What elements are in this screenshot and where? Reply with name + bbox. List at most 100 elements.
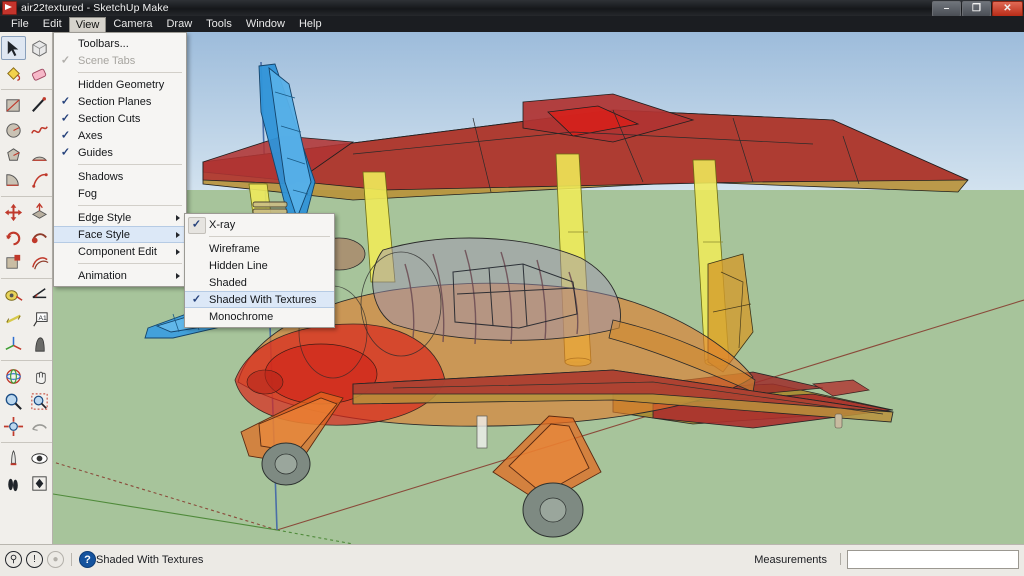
axes-tool[interactable]	[1, 332, 26, 356]
menu-item-hidden-line[interactable]: Hidden Line	[185, 257, 334, 274]
menu-view[interactable]: View	[68, 16, 107, 32]
zoom-extents-tool[interactable]	[1, 414, 26, 438]
menu-item-shadows[interactable]: Shadows	[54, 168, 186, 185]
two-point-arc-tool[interactable]	[1, 168, 26, 192]
menu-separator	[78, 205, 182, 206]
face-style-submenu[interactable]: ✓ X-ray Wireframe Hidden Line Shaded ✓ Shaded …	[184, 213, 335, 328]
menu-item-label: Toolbars...	[78, 37, 129, 50]
sketchup-window: air22textured - SketchUp Make – ❐ ✕ File…	[0, 0, 1024, 576]
make-component-tool[interactable]	[27, 36, 52, 60]
zoom-tool[interactable]	[1, 389, 26, 413]
menu-separator	[78, 263, 182, 264]
rotate-tool[interactable]	[1, 225, 26, 249]
menu-help[interactable]: Help	[292, 16, 329, 32]
move-tool[interactable]	[1, 200, 26, 224]
minimize-icon: –	[943, 3, 950, 14]
menu-item-label: Scene Tabs	[78, 54, 136, 67]
menu-file[interactable]: File	[4, 16, 36, 32]
scale-tool[interactable]	[1, 250, 26, 274]
status-bar: ⚲! ●? Shaded With Textures Measurements	[0, 544, 1024, 576]
follow-me-tool[interactable]	[27, 225, 52, 249]
menu-item-x-ray[interactable]: ✓ X-ray	[185, 216, 334, 234]
minimize-button[interactable]: –	[932, 1, 961, 17]
menu-item-animation[interactable]: Animation	[54, 267, 186, 284]
status-text: Shaded With Textures	[96, 554, 204, 566]
menu-tools[interactable]: Tools	[199, 16, 239, 32]
menu-item-label: Hidden Line	[209, 259, 268, 272]
menu-item-fog[interactable]: Fog	[54, 185, 186, 202]
orbit-tool[interactable]	[1, 364, 26, 388]
checkmark-icon: ✓	[60, 112, 71, 124]
menu-separator	[78, 72, 182, 73]
line-tool[interactable]	[27, 93, 52, 117]
info-icon[interactable]: !	[26, 551, 43, 568]
window-title: air22textured - SketchUp Make	[21, 2, 169, 14]
checkmark-icon: ✓	[60, 129, 71, 141]
walk-tool[interactable]	[1, 471, 26, 495]
menu-item-label: Face Style	[78, 228, 130, 241]
protractor-tool[interactable]	[27, 282, 52, 306]
menu-camera[interactable]: Camera	[106, 16, 159, 32]
menu-separator	[78, 164, 182, 165]
menu-item-shaded[interactable]: Shaded	[185, 274, 334, 291]
zoom-window-tool[interactable]	[27, 389, 52, 413]
menu-item-label: Component Edit	[78, 245, 157, 258]
menu-item-hidden-geometry[interactable]: Hidden Geometry	[54, 76, 186, 93]
menu-item-toolbars[interactable]: Toolbars...	[54, 35, 186, 52]
menu-item-guides[interactable]: ✓ Guides	[54, 144, 186, 161]
toolbar-separator	[1, 196, 52, 197]
menu-item-wireframe[interactable]: Wireframe	[185, 240, 334, 257]
menu-item-face-style[interactable]: Face Style	[54, 226, 186, 243]
help-icon[interactable]: ?	[79, 551, 96, 568]
checkmark-icon: ✓	[60, 146, 71, 158]
arc-tool[interactable]	[27, 143, 52, 167]
menu-item-component-edit[interactable]: Component Edit	[54, 243, 186, 260]
previous-view-tool[interactable]	[27, 414, 52, 438]
push-pull-tool[interactable]	[27, 200, 52, 224]
toolbar-separator	[1, 89, 52, 90]
window-controls: – ❐ ✕	[932, 1, 1023, 17]
look-around-tool[interactable]	[27, 446, 52, 470]
menu-bar: File Edit View Camera Draw Tools Window Help	[0, 16, 1024, 32]
position-camera-tool[interactable]	[1, 446, 26, 470]
menu-item-edge-style[interactable]: Edge Style	[54, 209, 186, 226]
text-tool[interactable]: A1	[27, 307, 52, 331]
close-button[interactable]: ✕	[992, 1, 1023, 17]
rectangle-tool[interactable]	[1, 93, 26, 117]
tape-measure-tool[interactable]	[1, 282, 26, 306]
circle-tool[interactable]	[1, 118, 26, 142]
eraser-tool[interactable]	[27, 61, 52, 85]
three-d-text-tool[interactable]	[27, 332, 52, 356]
menu-separator	[209, 236, 330, 237]
menu-item-label: Guides	[78, 146, 113, 159]
maximize-button[interactable]: ❐	[962, 1, 991, 17]
select-tool[interactable]	[1, 36, 26, 60]
section-plane-tool[interactable]	[27, 471, 52, 495]
user-account-icon: ●	[47, 551, 64, 568]
checkmark-icon: ✓	[60, 95, 71, 107]
pie-tool[interactable]	[27, 168, 52, 192]
menu-item-section-planes[interactable]: ✓ Section Planes	[54, 93, 186, 110]
pan-tool[interactable]	[27, 364, 52, 388]
menu-draw[interactable]: Draw	[159, 16, 199, 32]
freehand-tool[interactable]	[27, 118, 52, 142]
menu-item-label: Edge Style	[78, 211, 132, 224]
view-menu-dropdown[interactable]: Toolbars... ✓ Scene Tabs Hidden Geometry ✓ Se…	[53, 32, 187, 287]
offset-tool[interactable]	[27, 250, 52, 274]
menu-item-monochrome[interactable]: Monochrome	[185, 308, 334, 325]
menu-item-axes[interactable]: ✓ Axes	[54, 127, 186, 144]
paint-bucket-tool[interactable]	[1, 61, 26, 85]
toolbar-separator	[1, 442, 52, 443]
menu-item-label: Hidden Geometry	[78, 78, 165, 91]
dimension-tool[interactable]	[1, 307, 26, 331]
menu-edit[interactable]: Edit	[36, 16, 69, 32]
menu-item-shaded-with-textures[interactable]: ✓ Shaded With Textures	[185, 291, 334, 308]
toolbar-separator	[1, 360, 52, 361]
polygon-tool[interactable]	[1, 143, 26, 167]
menu-window[interactable]: Window	[239, 16, 292, 32]
menu-item-scene-tabs: ✓ Scene Tabs	[54, 52, 186, 69]
measurements-input[interactable]	[847, 550, 1019, 569]
submenu-arrow-icon	[176, 272, 180, 279]
menu-item-section-cuts[interactable]: ✓ Section Cuts	[54, 110, 186, 127]
hint-bulb-icon[interactable]: ⚲	[5, 551, 22, 568]
